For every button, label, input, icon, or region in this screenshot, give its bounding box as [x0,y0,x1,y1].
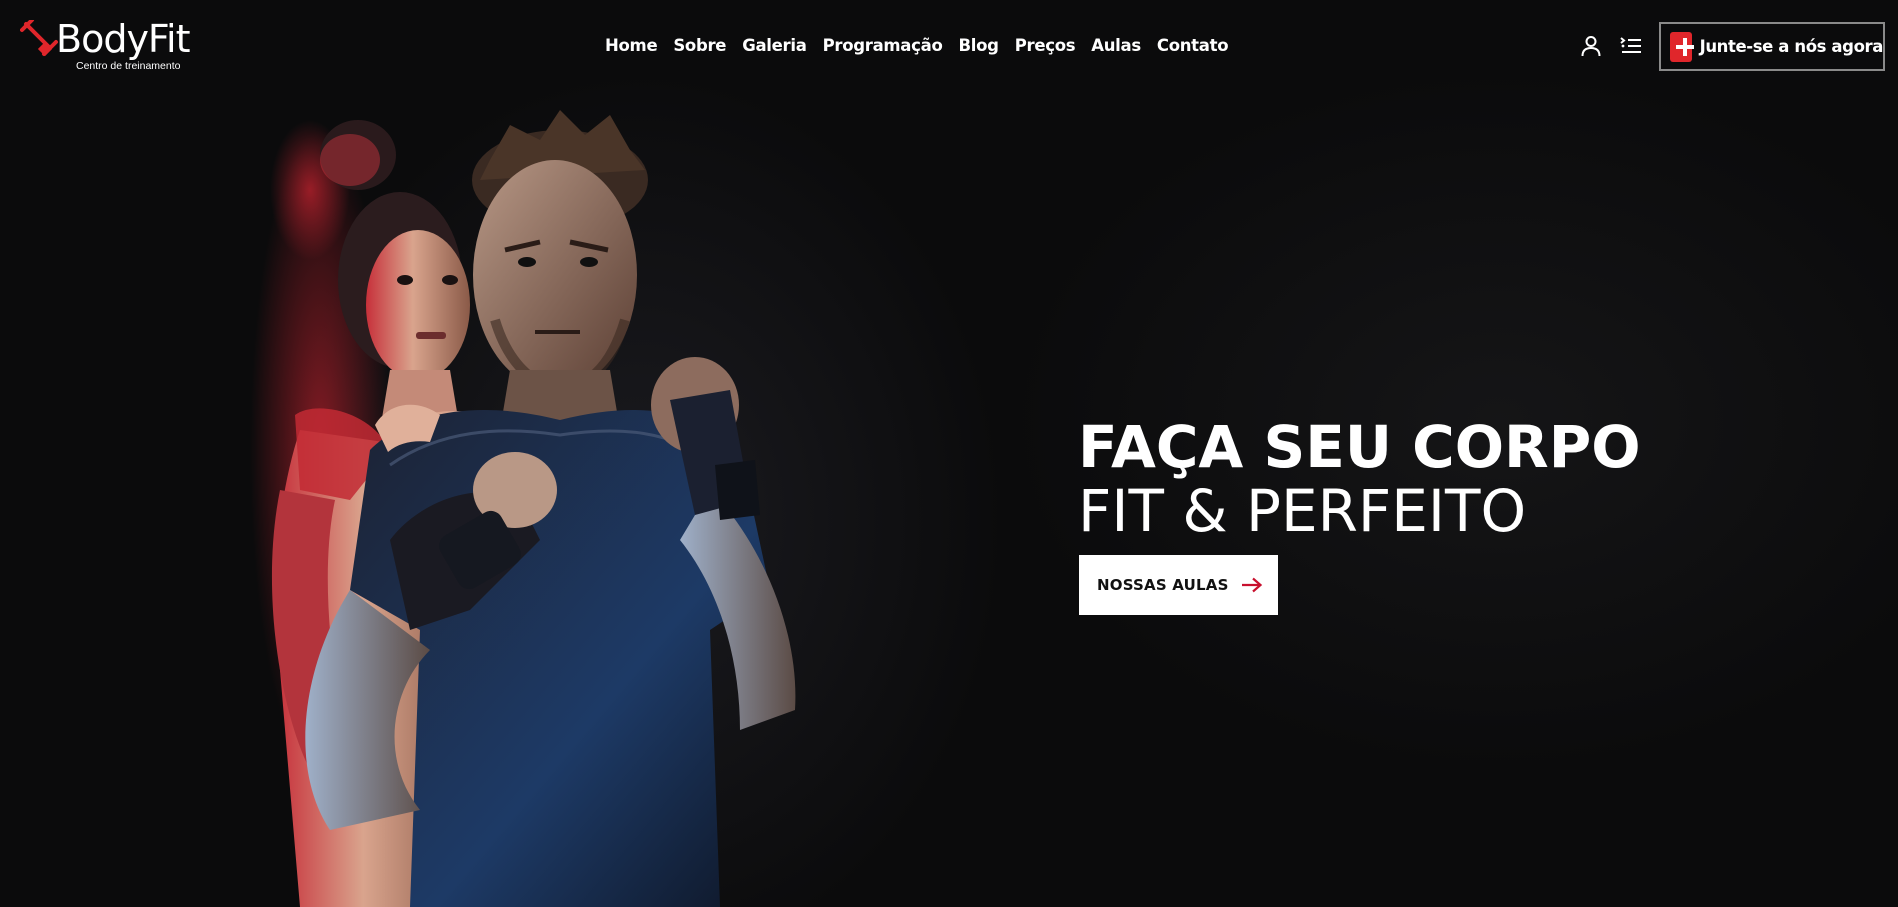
hero-heading-line1: FAÇA SEU CORPO [1078,413,1641,481]
landing-page: BodyFit Centro de treinamento Home Sobre… [0,0,1898,907]
brand-tagline: Centro de treinamento [76,60,181,72]
hero-heading: FAÇA SEU CORPO FIT & PERFEITO [1078,413,1641,541]
join-now-button[interactable]: Junte-se a nós agora [1659,22,1885,71]
arrow-right-icon [1241,577,1262,593]
user-icon[interactable] [1579,34,1603,58]
nav-item-precos[interactable]: Preços [1015,34,1076,58]
plus-icon [1670,31,1694,62]
brand-logo[interactable]: BodyFit Centro de treinamento [20,16,210,76]
nossas-aulas-button[interactable]: NOSSAS AULAS [1079,555,1278,615]
main-nav: Home Sobre Galeria Programação Blog Preç… [605,34,1244,58]
nav-item-galeria[interactable]: Galeria [742,34,807,58]
join-now-label: Junte-se a nós agora [1699,37,1884,56]
nossas-aulas-label: NOSSAS AULAS [1097,576,1229,594]
brand-name: BodyFit [56,17,190,61]
fitness-couple-photo [250,110,796,907]
nav-item-aulas[interactable]: Aulas [1091,34,1141,58]
nav-item-home[interactable]: Home [605,34,658,58]
dumbbell-icon [20,20,58,57]
site-header: BodyFit Centro de treinamento Home Sobre… [0,0,1898,92]
nav-item-blog[interactable]: Blog [959,34,999,58]
nav-item-contato[interactable]: Contato [1157,34,1229,58]
list-menu-icon[interactable] [1619,34,1643,58]
nav-item-programacao[interactable]: Programação [823,34,943,58]
hero-heading-line2: FIT & PERFEITO [1078,477,1527,545]
nav-item-sobre[interactable]: Sobre [673,34,726,58]
